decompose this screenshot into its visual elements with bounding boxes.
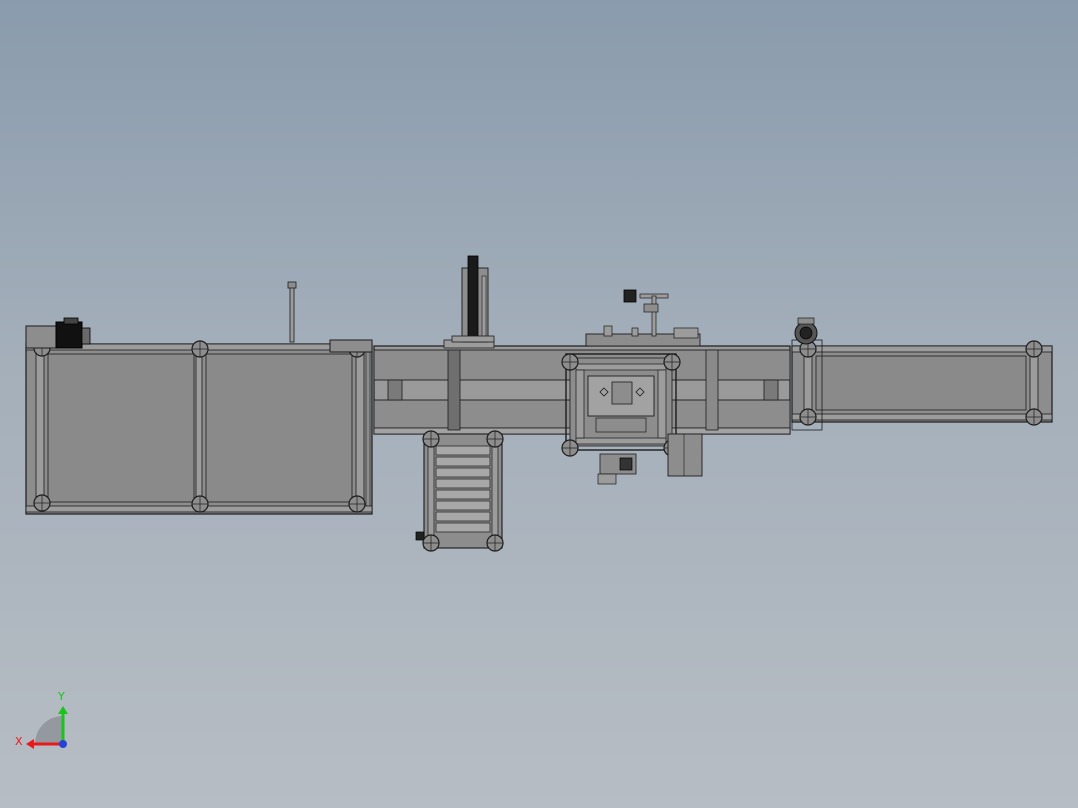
lifting-column[interactable] — [451, 255, 495, 343]
right-conveyor-module[interactable] — [791, 339, 1053, 431]
x-axis-label: X — [15, 735, 23, 748]
top-bracket-assembly[interactable] — [585, 289, 701, 347]
conveyor-assembly-top-view[interactable]: Y X — [0, 0, 1078, 808]
right-drive-motor[interactable] — [794, 317, 818, 345]
roller-conveyor[interactable] — [415, 430, 504, 552]
left-conveyor-module[interactable] — [25, 325, 373, 515]
y-axis-label: Y — [57, 690, 65, 703]
left-drive-motor[interactable] — [55, 317, 91, 349]
cad-viewport[interactable]: Y X — [0, 0, 1078, 808]
coordinate-triad: Y X — [15, 690, 68, 749]
left-sensor-post[interactable] — [287, 281, 297, 343]
